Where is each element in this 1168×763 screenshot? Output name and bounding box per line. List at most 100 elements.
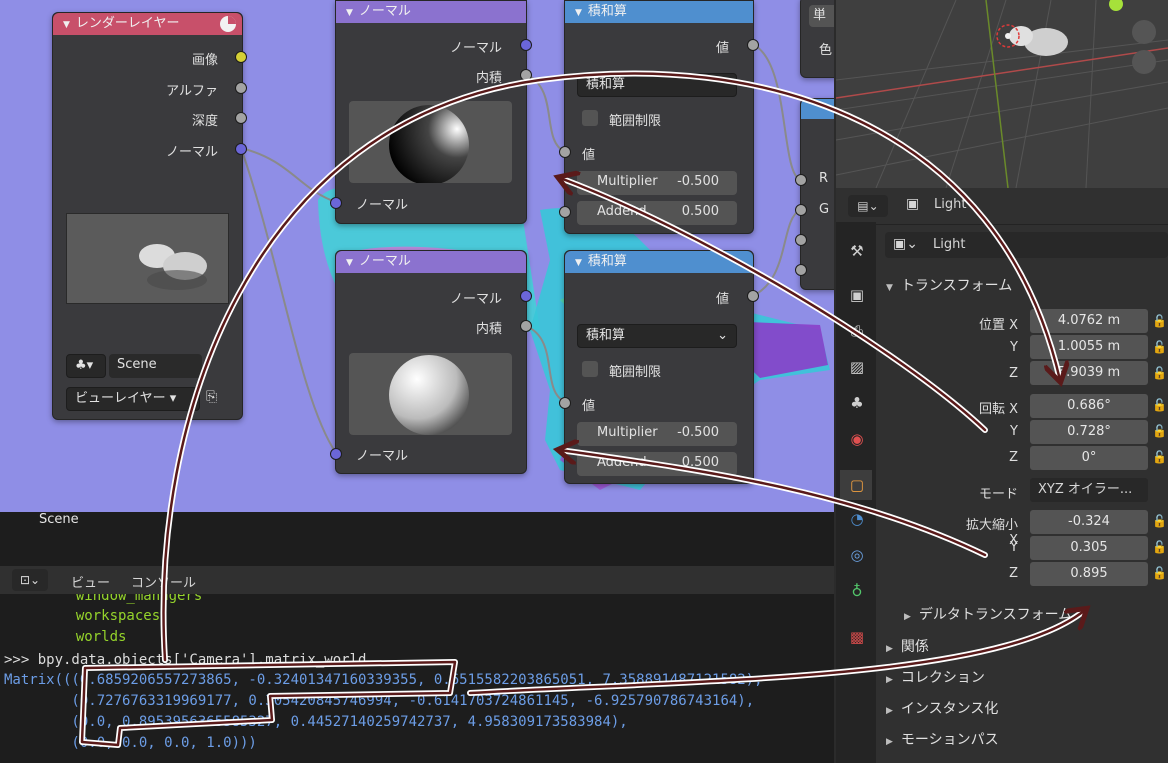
constraints-tab-icon[interactable]: ◎	[846, 544, 868, 566]
rotation-y-field[interactable]: 0.728°	[1030, 420, 1148, 444]
multiplier-field[interactable]: Multiplier -0.500	[577, 422, 737, 446]
object-tab-icon[interactable]: ▢	[846, 474, 868, 496]
collapse-arrow-icon[interactable]: ▼	[575, 8, 582, 18]
r-input-socket[interactable]	[795, 174, 807, 186]
view-layer-icon[interactable]: ⎘	[206, 389, 217, 405]
lock-icon[interactable]: 🔓	[1152, 450, 1167, 464]
collapse-arrow-icon[interactable]: ▼	[346, 258, 353, 268]
delta-transform-subpanel[interactable]: ▶ デルタトランスフォーム	[904, 604, 1072, 624]
render-tab-icon[interactable]: ▣	[846, 284, 868, 306]
3d-viewport[interactable]	[836, 0, 1168, 188]
editor-type-dropdown[interactable]: ▤⌄	[848, 195, 888, 217]
world-tab-icon[interactable]: ◉	[846, 428, 868, 450]
render-layers-header[interactable]: ▼ レンダーレイヤー	[53, 13, 242, 35]
collections-panel[interactable]: ▶ コレクション	[886, 667, 985, 687]
render-layers-node[interactable]: ▼ レンダーレイヤー 画像 アルファ 深度 ノーマル ♣▾ Scene ビューレイ…	[52, 12, 243, 420]
normal-top-normal-socket[interactable]	[520, 39, 532, 51]
normal-bottom-normal-socket[interactable]	[520, 290, 532, 302]
mul-top-output-socket[interactable]	[747, 39, 759, 51]
alpha-output-socket[interactable]	[235, 82, 247, 94]
normal-bottom-dot-socket[interactable]	[520, 320, 532, 332]
addend-field[interactable]: Addend 0.500	[577, 452, 737, 476]
python-console[interactable]: window_managers workspaces worlds >>> bp…	[0, 594, 834, 763]
normal-bottom-input-socket[interactable]	[330, 448, 342, 460]
lock-icon[interactable]: 🔓	[1152, 398, 1167, 412]
rotation-mode-dropdown[interactable]: XYZ オイラー...	[1030, 478, 1148, 502]
normal-node-bottom[interactable]: ▼ ノーマル ノーマル 内積 ノーマル	[335, 250, 527, 474]
operation-dropdown[interactable]: 積和算 ⌄	[577, 324, 737, 348]
mul-bottom-input-socket[interactable]	[559, 397, 571, 409]
lock-icon[interactable]: 🔓	[1152, 340, 1167, 354]
physics-tab-icon[interactable]: ◔	[846, 508, 868, 530]
lock-icon[interactable]: 🔓	[1152, 540, 1167, 554]
clamp-checkbox[interactable]	[582, 361, 598, 377]
output-tab-icon[interactable]: ⎙	[846, 320, 868, 342]
operation-dropdown[interactable]: 積和算	[577, 73, 737, 97]
normal-sphere-widget[interactable]	[349, 101, 512, 185]
rotation-z-field[interactable]: 0°	[1030, 446, 1148, 470]
multiply-add-node-top[interactable]: ▼ 積和算 値 積和算 範囲制限 値 Multiplier -0.500 Adde…	[564, 0, 754, 234]
normal-top-input-socket[interactable]	[330, 197, 342, 209]
view-layer-tab-icon[interactable]: ▨	[846, 356, 868, 378]
instancing-panel[interactable]: ▶ インスタンス化	[886, 698, 998, 718]
normal-node-top[interactable]: ▼ ノーマル ノーマル 内積 ノーマル	[335, 0, 527, 224]
normal-node-bottom-header[interactable]: ▼ ノーマル	[336, 251, 526, 273]
multiply-add-bottom-header[interactable]: ▼ 積和算	[565, 251, 753, 273]
view-gizmo-button[interactable]	[1132, 20, 1156, 44]
a-input-socket[interactable]	[795, 264, 807, 276]
tool-tab-icon[interactable]: ⚒	[846, 240, 868, 262]
view-layer-dropdown[interactable]: ビューレイヤー ▾	[66, 387, 200, 411]
image-output-socket[interactable]	[235, 51, 247, 63]
lock-icon[interactable]: 🔓	[1152, 566, 1167, 580]
node-editor[interactable]: ▼ レンダーレイヤー 画像 アルファ 深度 ノーマル ♣▾ Scene ビューレイ…	[0, 0, 834, 512]
b-input-socket[interactable]	[795, 234, 807, 246]
addend-field[interactable]: Addend 0.500	[577, 201, 737, 225]
menu-view[interactable]: ビュー	[71, 572, 110, 591]
normal-output-socket[interactable]	[235, 143, 247, 155]
location-z-field[interactable]: 5.9039 m	[1030, 361, 1148, 385]
zoom-gizmo-button[interactable]	[1132, 50, 1156, 74]
collapse-arrow-icon[interactable]: ▼	[346, 8, 353, 18]
mul-bottom-output-socket[interactable]	[747, 290, 759, 302]
normal-sphere-widget[interactable]	[349, 353, 512, 435]
texture-tab-icon[interactable]: ▩	[846, 626, 868, 648]
scene-type-dropdown[interactable]: ♣▾	[66, 354, 106, 378]
object-name-field[interactable]: ▣⌄ Light	[885, 232, 1168, 258]
lock-icon[interactable]: 🔓	[1152, 314, 1167, 328]
depth-output-socket[interactable]	[235, 112, 247, 124]
relations-panel[interactable]: ▶ 関係	[886, 636, 929, 656]
rotation-x-field[interactable]: 0.686°	[1030, 394, 1148, 418]
location-x-field[interactable]: 4.0762 m	[1030, 309, 1148, 333]
collapse-arrow-icon[interactable]: ▼	[575, 258, 582, 268]
lock-icon[interactable]: 🔓	[1152, 424, 1167, 438]
lock-icon[interactable]: 🔓	[1152, 366, 1167, 380]
render-preview	[66, 213, 229, 304]
g-input-socket[interactable]	[795, 204, 807, 216]
scale-x-field[interactable]: -0.324	[1030, 510, 1148, 534]
clamp-checkbox[interactable]	[582, 110, 598, 126]
editor-type-dropdown[interactable]: ⊡⌄	[12, 569, 48, 591]
partial-field[interactable]: 単	[809, 5, 834, 27]
mul-top-addend-socket[interactable]	[559, 206, 571, 218]
mul-top-input-socket[interactable]	[559, 146, 571, 158]
multiplier-field[interactable]: Multiplier -0.500	[577, 171, 737, 195]
scale-y-field[interactable]: 0.305	[1030, 536, 1148, 560]
collapse-arrow-icon[interactable]: ▼	[63, 20, 70, 30]
partial-node-header[interactable]	[801, 99, 834, 119]
scale-z-field[interactable]: 0.895	[1030, 562, 1148, 586]
location-y-field[interactable]: 1.0055 m	[1030, 335, 1148, 359]
light-data-tab-icon[interactable]: ♁	[846, 580, 868, 602]
lock-icon[interactable]: 🔓	[1152, 514, 1167, 528]
multiply-add-top-header[interactable]: ▼ 積和算	[565, 1, 753, 23]
transform-panel-header[interactable]: ▼ トランスフォーム	[886, 275, 1012, 295]
header-object-name: Light	[934, 197, 967, 212]
menu-console[interactable]: コンソール	[131, 572, 196, 591]
normal-node-top-header[interactable]: ▼ ノーマル	[336, 1, 526, 23]
multiply-add-node-bottom[interactable]: ▼ 積和算 値 積和算 ⌄ 範囲制限 値 Multiplier -0.500 Add…	[564, 250, 754, 484]
scene-tab-icon[interactable]: ♣	[846, 392, 868, 414]
motion-paths-panel[interactable]: ▶ モーションパス	[886, 729, 999, 749]
normal-top-dot-socket[interactable]	[520, 69, 532, 81]
partial-node-right[interactable]: R G	[800, 98, 834, 290]
partial-node-top-right[interactable]: 単 色	[800, 0, 834, 78]
scene-field[interactable]: Scene	[109, 354, 202, 378]
